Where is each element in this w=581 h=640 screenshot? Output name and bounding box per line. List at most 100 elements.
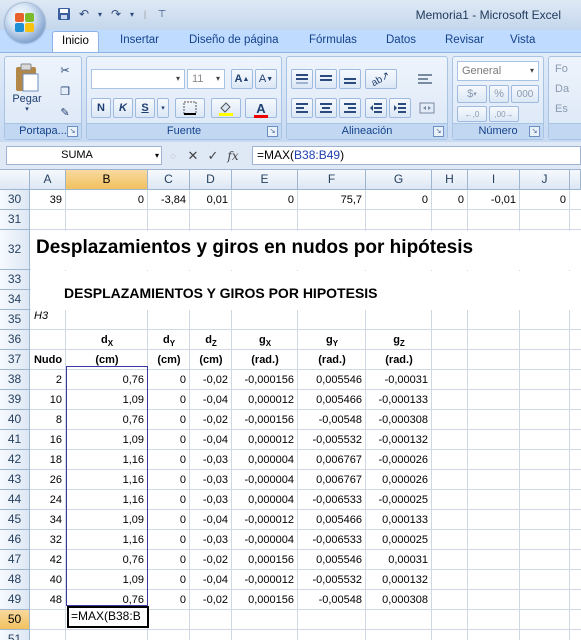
column-header[interactable]: I — [468, 170, 520, 190]
column-header[interactable]: G — [366, 170, 432, 190]
office-button[interactable] — [5, 3, 45, 43]
italic-button[interactable]: K — [113, 98, 133, 118]
align-bottom-button[interactable] — [339, 69, 361, 89]
cancel-icon[interactable]: ✕ — [186, 148, 200, 164]
underline-dropdown-icon[interactable]: ▾ — [157, 98, 169, 118]
column-header[interactable]: J — [520, 170, 570, 190]
align-center-button[interactable] — [315, 98, 337, 118]
thousands-button[interactable]: 000 — [511, 85, 539, 103]
currency-button[interactable]: $ ▾ — [457, 85, 487, 103]
active-cell[interactable]: =MAX(B38:B — [67, 606, 149, 628]
fill-color-button[interactable] — [211, 98, 241, 118]
clipboard-launcher-icon[interactable]: ↘ — [67, 126, 78, 137]
table-cell: -0,03 — [202, 494, 228, 506]
row-header[interactable]: 43 — [0, 470, 30, 490]
grow-font-button[interactable]: A ▲ — [231, 69, 253, 89]
decrease-decimal-button[interactable]: ,00→ — [489, 106, 519, 122]
increase-decimal-button[interactable]: ←,0 — [457, 106, 487, 122]
cell-styles-item[interactable]: Es — [555, 103, 568, 115]
select-all-corner[interactable] — [0, 170, 30, 190]
row-header[interactable]: 33 — [0, 270, 30, 290]
tab-revisar[interactable]: Revisar — [445, 34, 484, 46]
name-box[interactable]: SUMA ▾ — [6, 146, 162, 165]
tab-vista[interactable]: Vista — [510, 34, 535, 46]
row-header[interactable]: 45 — [0, 510, 30, 530]
tab-diseno-pagina[interactable]: Diseño de página — [189, 34, 279, 46]
row-header[interactable]: 36 — [0, 330, 30, 350]
align-middle-button[interactable] — [315, 69, 337, 89]
decrease-indent-button[interactable] — [365, 98, 387, 118]
tab-insertar[interactable]: Insertar — [120, 34, 159, 46]
table-cell: -0,000012 — [244, 574, 294, 586]
font-size-combobox[interactable]: 11 ▾ — [187, 69, 225, 89]
row-header[interactable]: 46 — [0, 530, 30, 550]
bold-button[interactable]: N — [91, 98, 111, 118]
row-header[interactable]: 49 — [0, 590, 30, 610]
row-header[interactable]: 32 — [0, 230, 30, 270]
row-header[interactable]: 42 — [0, 450, 30, 470]
row-header[interactable]: 51 — [0, 630, 30, 640]
row-header[interactable]: 34 — [0, 290, 30, 310]
table-cell: -0,000004 — [244, 534, 294, 546]
orientation-button[interactable]: ab↗ — [365, 69, 397, 89]
alignment-launcher-icon[interactable]: ↘ — [433, 126, 444, 137]
tab-inicio[interactable]: Inicio — [52, 31, 99, 52]
insert-function-icon[interactable]: fx — [226, 149, 240, 163]
paste-button[interactable]: Pegar ▾ — [8, 60, 46, 116]
row-header[interactable]: 50 — [0, 610, 30, 630]
column-header[interactable] — [570, 170, 581, 190]
percent-button[interactable]: % — [489, 85, 509, 103]
wrap-text-button[interactable] — [413, 69, 437, 89]
row-header[interactable]: 47 — [0, 550, 30, 570]
shrink-font-button[interactable]: A ▼ — [255, 69, 277, 89]
table-cell: -0,005532 — [312, 434, 362, 446]
table-cell: -0,03 — [202, 454, 228, 466]
column-header[interactable]: E — [232, 170, 298, 190]
worksheet-grid[interactable]: ABCDEFGHIJ 30 31 32 33 34 35 36 37 38 39 40 41 42 43 4… — [0, 170, 581, 640]
column-header[interactable]: A — [30, 170, 66, 190]
format-painter-icon[interactable]: ✎ — [55, 103, 75, 121]
align-right-button[interactable] — [339, 98, 361, 118]
column-header[interactable]: B — [66, 170, 148, 190]
row-header[interactable]: 48 — [0, 570, 30, 590]
font-color-button[interactable]: A — [245, 98, 277, 118]
number-format-combobox[interactable]: General ▾ — [457, 61, 539, 81]
enter-icon[interactable]: ✓ — [206, 148, 220, 164]
font-launcher-icon[interactable]: ↘ — [267, 126, 278, 137]
row-header[interactable]: 37 — [0, 350, 30, 370]
borders-button[interactable] — [175, 98, 205, 118]
column-header[interactable]: C — [148, 170, 190, 190]
tab-formulas[interactable]: Fórmulas — [309, 34, 357, 46]
drag-handle-icon[interactable]: ◌ — [166, 151, 180, 161]
underline-button[interactable]: S — [135, 98, 155, 118]
format-table-item[interactable]: Da — [555, 83, 569, 95]
align-left-button[interactable] — [291, 98, 313, 118]
tab-datos[interactable]: Datos — [386, 34, 416, 46]
align-top-button[interactable] — [291, 69, 313, 89]
table-cell: 0,000004 — [248, 454, 294, 466]
row-header[interactable]: 38 — [0, 370, 30, 390]
formula-input[interactable]: =MAX(B38:B49) — [252, 146, 581, 165]
merge-center-button[interactable] — [415, 98, 439, 118]
column-label: dZ — [190, 330, 232, 350]
row-header[interactable]: 40 — [0, 410, 30, 430]
table-cell: -0,04 — [202, 574, 228, 586]
office-logo-icon — [15, 13, 35, 33]
column-header[interactable]: D — [190, 170, 232, 190]
copy-icon[interactable]: ❐ — [55, 82, 75, 100]
increase-indent-button[interactable] — [389, 98, 411, 118]
conditional-format-item[interactable]: Fo — [555, 63, 568, 75]
row-header[interactable]: 44 — [0, 490, 30, 510]
row-header[interactable]: 35 — [0, 310, 30, 330]
borders-icon — [183, 101, 197, 115]
cut-icon[interactable]: ✂ — [55, 61, 75, 79]
row-header[interactable]: 41 — [0, 430, 30, 450]
column-header[interactable]: H — [432, 170, 468, 190]
font-name-combobox[interactable]: ▾ — [91, 69, 185, 89]
number-launcher-icon[interactable]: ↘ — [529, 126, 540, 137]
row-header[interactable]: 31 — [0, 210, 30, 230]
orientation-icon: ab↗ — [369, 69, 393, 89]
row-header[interactable]: 30 — [0, 190, 30, 210]
row-header[interactable]: 39 — [0, 390, 30, 410]
column-header[interactable]: F — [298, 170, 366, 190]
